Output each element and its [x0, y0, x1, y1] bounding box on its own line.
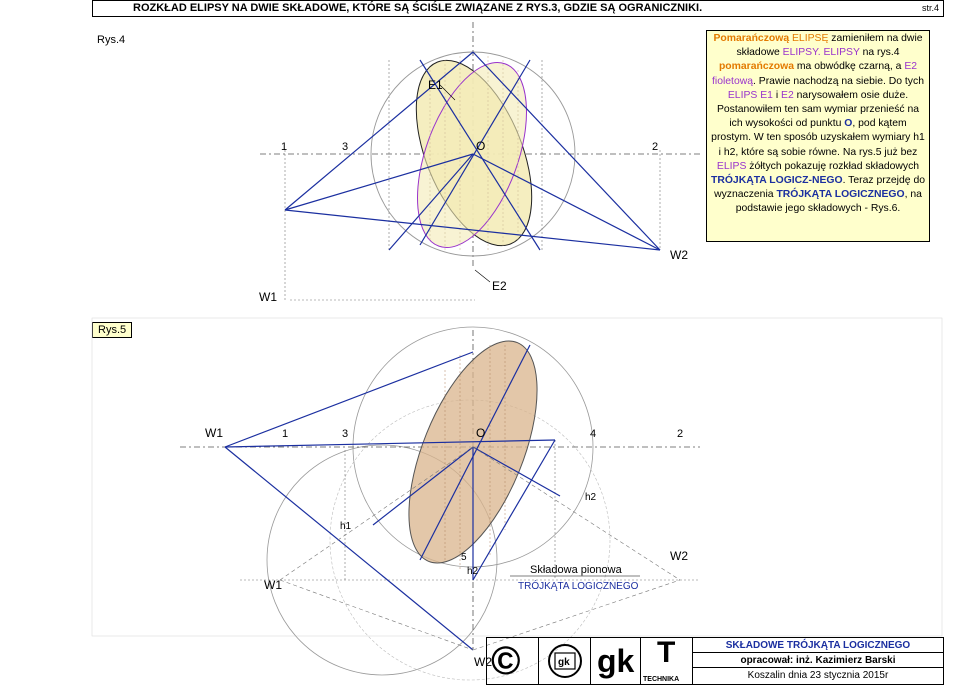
construction-line — [279, 579, 474, 651]
logo-text: gk — [558, 657, 570, 668]
rys5-label-h1: h1 — [340, 521, 352, 532]
footer-copyright-cell: © — [487, 638, 539, 684]
footer-date: Koszalin dnia 23 stycznia 2015r — [747, 670, 889, 681]
gk-mark: gk — [597, 643, 635, 679]
rys5-label-w1-top: W1 — [205, 426, 223, 440]
rys5-label-h2-top: h2 — [585, 492, 597, 503]
footer-technika-cell: T TECHNIKA — [641, 636, 693, 684]
footer-drawing-title: SKŁADOWE TRÓJKĄTA LOGICZNEGO — [693, 638, 943, 653]
rys5-label-w2-right: W2 — [670, 549, 688, 563]
rys5-label-3: 3 — [342, 428, 348, 440]
rys5-diagram: W1 1 3 O 4 2 h2 h1 5 W1 h2 W2 W2 Składow… — [91, 317, 943, 681]
rys5-label-1: 1 — [282, 428, 288, 440]
technika-t-mark: T — [657, 636, 676, 669]
footer-info: SKŁADOWE TRÓJKĄTA LOGICZNEGO opracował: … — [693, 638, 943, 684]
rys5-label-2: 2 — [677, 428, 683, 440]
footer-logo-cell: gk — [539, 638, 591, 684]
construction-line — [472, 446, 681, 581]
rys5-label-4: 4 — [590, 428, 596, 440]
copyright-icon: © — [491, 639, 521, 683]
rys5-label-h2-bottom: h2 — [467, 566, 479, 577]
rys5-caption-1: Składowa pionowa — [530, 564, 623, 576]
technika-label: TECHNIKA — [643, 676, 680, 683]
rys5-label-o: O — [476, 426, 485, 440]
footer-author: opracował: inż. Kazimierz Barski — [693, 653, 943, 668]
rys5-label-5: 5 — [461, 552, 467, 563]
rys5-label-w1-bottom: W1 — [264, 578, 282, 592]
rys5-caption-2: TRÓJKĄTA LOGICZNEGO — [518, 579, 639, 592]
logo-icon: gk — [548, 644, 582, 678]
footer-title-block: © gk gk T TECHNIKA SKŁADOWE TRÓJKĄTA LOG… — [486, 636, 944, 685]
footer-gk-cell: gk — [591, 638, 641, 684]
